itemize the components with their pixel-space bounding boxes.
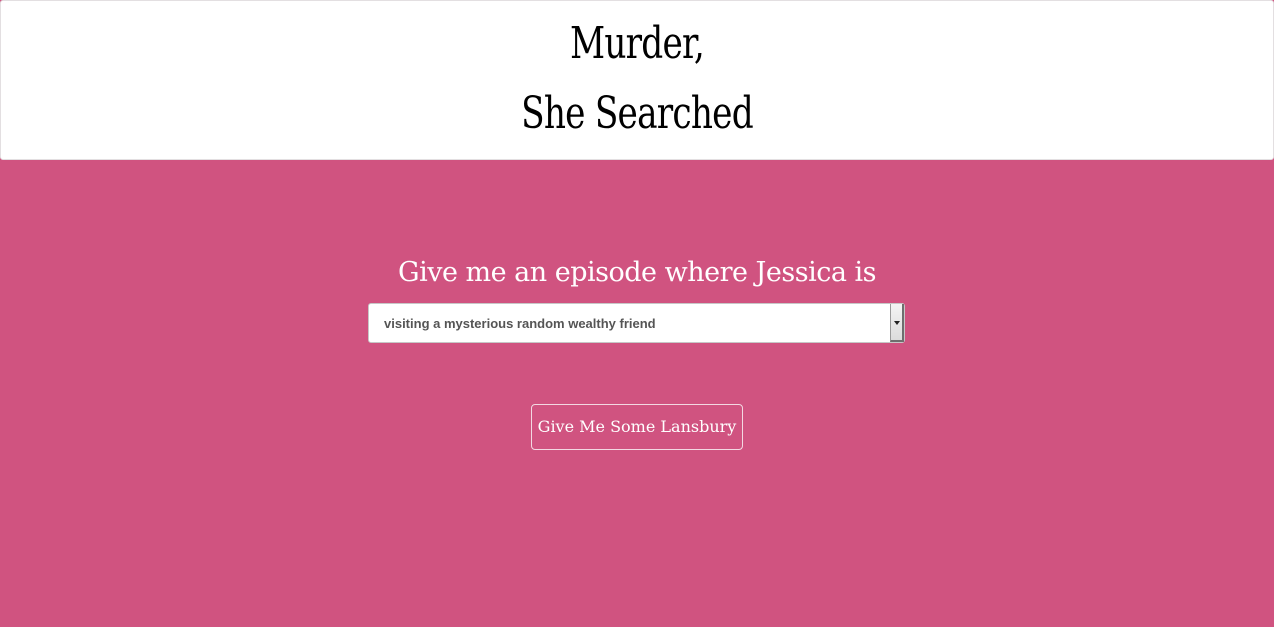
header: Murder, She Searched <box>0 0 1274 160</box>
select-selected-value: visiting a mysterious random wealthy fri… <box>384 316 656 331</box>
site-title: Murder, She Searched <box>141 9 1133 149</box>
episode-prompt: Give me an episode where Jessica is <box>398 257 877 288</box>
site-title-line2: She Searched <box>521 88 754 139</box>
site-title-line1: Murder, <box>569 18 705 69</box>
dropdown-arrow-icon[interactable] <box>890 304 904 342</box>
episode-scenario-select[interactable]: visiting a mysterious random wealthy fri… <box>368 303 905 343</box>
give-me-some-lansbury-button[interactable]: Give Me Some Lansbury <box>531 404 743 450</box>
